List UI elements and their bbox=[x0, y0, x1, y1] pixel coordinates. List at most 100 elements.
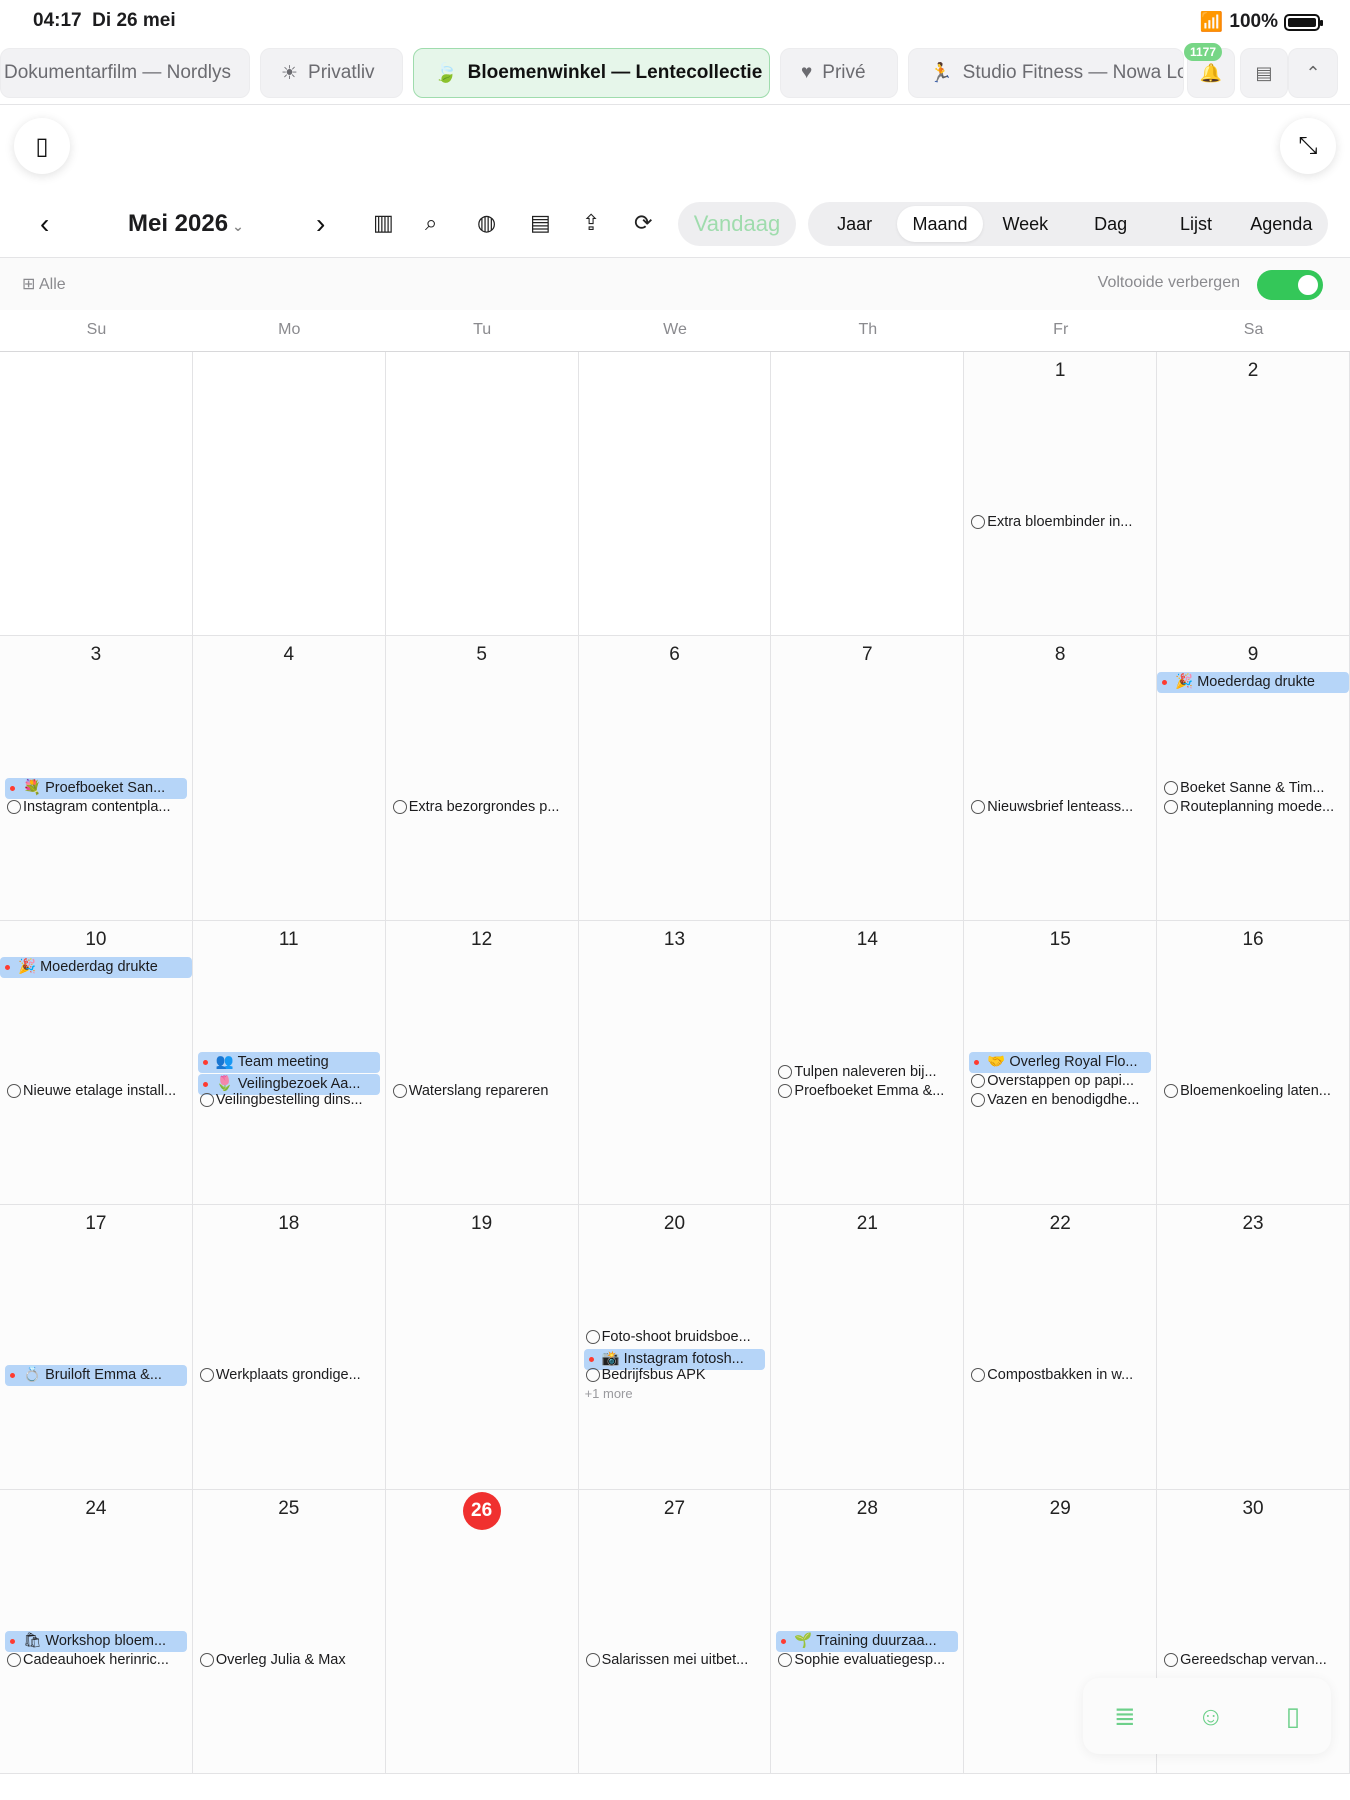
palette-icon[interactable]: ◍ bbox=[477, 210, 496, 236]
day-cell[interactable]: 26 bbox=[385, 1489, 579, 1774]
divider bbox=[0, 104, 1350, 105]
day-cell[interactable]: 5 Extra bezorgrondes p... bbox=[385, 636, 579, 921]
filter-bar: ⊞ Alle Voltooide verbergen bbox=[0, 258, 1350, 310]
task-item[interactable]: Tulpen naleveren bij... bbox=[776, 1062, 958, 1083]
day-cell[interactable]: 8 Nieuwsbrief lenteass... bbox=[964, 636, 1158, 921]
day-cell[interactable]: 27 Salarissen mei uitbet... bbox=[578, 1489, 772, 1774]
allday-event[interactable]: 🎉 Moederdag drukte bbox=[0, 956, 192, 978]
task-item[interactable]: Routeplanning moede... bbox=[1162, 797, 1344, 818]
day-cell[interactable]: 15 🤝 Overleg Royal Flo... Overstappen op p… bbox=[964, 920, 1158, 1206]
event-item[interactable]: 💍 Bruiloft Emma &... bbox=[5, 1365, 187, 1387]
sync-icon[interactable]: ⟳ bbox=[634, 210, 652, 236]
event-item[interactable]: 🌱 Training duurzaa... bbox=[776, 1630, 959, 1652]
day-cell[interactable]: 4 bbox=[192, 636, 386, 921]
event-item[interactable]: 👥 Team meeting bbox=[197, 1052, 380, 1074]
task-item[interactable]: Extra bloembinder in... bbox=[969, 512, 1151, 533]
month-picker[interactable]: Mei 2026 ⌄ bbox=[128, 210, 244, 238]
day-cell[interactable]: 25 Overleg Julia & Max bbox=[192, 1489, 386, 1774]
day-cell[interactable]: 23 bbox=[1157, 1205, 1350, 1490]
task-item[interactable]: Overleg Julia & Max bbox=[198, 1650, 380, 1671]
task-item[interactable]: Cadeauhoek herinric... bbox=[5, 1650, 187, 1671]
event-item[interactable]: 🛍 Workshop bloem... bbox=[5, 1630, 187, 1652]
task-item[interactable]: Salarissen mei uitbet... bbox=[584, 1650, 766, 1671]
day-cell[interactable]: 2 bbox=[1157, 352, 1350, 637]
day-cell[interactable]: 21 bbox=[771, 1205, 965, 1490]
task-item[interactable]: Waterslang repareren bbox=[391, 1081, 573, 1102]
day-cell[interactable]: 20 Foto-shoot bruidsboe... 📸 Instagram fot… bbox=[578, 1205, 772, 1490]
task-item[interactable]: Bloemenkoeling laten... bbox=[1162, 1081, 1344, 1102]
hide-completed-label: Voltooide verbergen bbox=[1097, 274, 1240, 291]
brain-icon[interactable]: ☺ bbox=[1197, 1701, 1224, 1732]
day-cell[interactable]: 12 Waterslang repareren bbox=[385, 920, 579, 1206]
task-item[interactable]: Werkplaats grondige... bbox=[198, 1365, 380, 1386]
task-item[interactable]: Boeket Sanne & Tim... bbox=[1162, 778, 1344, 799]
view-year[interactable]: Jaar bbox=[812, 206, 897, 242]
filter-all[interactable]: ⊞ Alle bbox=[22, 274, 66, 294]
event-item[interactable]: 🤝 Overleg Royal Flo... bbox=[969, 1052, 1152, 1074]
clipboard-icon[interactable]: ▯ bbox=[1286, 1701, 1300, 1732]
task-item[interactable]: Compostbakken in w... bbox=[969, 1365, 1151, 1386]
day-cell[interactable]: 28 🌱 Training duurzaa... Sophie evaluatieg… bbox=[771, 1489, 965, 1774]
day-cell[interactable]: 1 Extra bloembinder in... bbox=[964, 352, 1158, 637]
notes-icon[interactable]: ▤ bbox=[530, 210, 551, 236]
day-cell[interactable] bbox=[385, 352, 579, 637]
today-button[interactable]: Vandaag bbox=[678, 202, 796, 246]
task-item[interactable]: Gereedschap vervan... bbox=[1162, 1650, 1344, 1671]
more-link[interactable]: +1 more bbox=[585, 1386, 633, 1401]
tab-prive[interactable]: ♥ Privé bbox=[780, 48, 898, 98]
task-item[interactable]: Bedrijfsbus APK bbox=[584, 1365, 766, 1386]
day-cell[interactable] bbox=[771, 352, 965, 637]
day-cell[interactable]: 16 Bloemenkoeling laten... bbox=[1157, 920, 1350, 1206]
day-cell[interactable]: 13 bbox=[578, 920, 772, 1206]
task-item[interactable]: Extra bezorgrondes p... bbox=[391, 797, 573, 818]
day-cell[interactable]: 3 💐 Proefboeket San... Instagram contentpl… bbox=[0, 636, 193, 921]
day-cell[interactable]: 18 Werkplaats grondige... bbox=[192, 1205, 386, 1490]
prev-month-button[interactable]: ‹ bbox=[40, 208, 49, 240]
day-cell[interactable]: 14 Tulpen naleveren bij... Proefboeket Emm… bbox=[771, 920, 965, 1206]
day-cell[interactable]: 22 Compostbakken in w... bbox=[964, 1205, 1158, 1490]
task-item[interactable]: Nieuwsbrief lenteass... bbox=[969, 797, 1151, 818]
view-day[interactable]: Dag bbox=[1068, 206, 1153, 242]
share-icon[interactable]: ⇪ bbox=[582, 210, 600, 236]
task-item[interactable]: Sophie evaluatiegesp... bbox=[776, 1650, 958, 1671]
day-cell[interactable]: 17 💍 Bruiloft Emma &... bbox=[0, 1205, 193, 1490]
allday-event[interactable]: 🎉 Moederdag drukte bbox=[1157, 672, 1349, 694]
search-icon[interactable]: ⌕ bbox=[425, 210, 437, 236]
task-item[interactable]: Instagram contentpla... bbox=[5, 797, 187, 818]
tab-bloemenwinkel[interactable]: 🍃 Bloemenwinkel — Lentecollectie bbox=[413, 48, 770, 98]
tab-studio-fitness[interactable]: 🏃 Studio Fitness — Nowa Lok bbox=[908, 48, 1184, 98]
day-cell[interactable] bbox=[578, 352, 772, 637]
task-item[interactable]: Foto-shoot bruidsboe... bbox=[584, 1327, 766, 1348]
task-item[interactable]: Vazen en benodigdhe... bbox=[969, 1090, 1151, 1111]
day-number: 12 bbox=[471, 928, 493, 950]
event-item[interactable]: 💐 Proefboeket San... bbox=[5, 777, 187, 799]
notifications-button[interactable]: 🔔 1177 bbox=[1184, 43, 1235, 98]
view-week[interactable]: Week bbox=[983, 206, 1068, 242]
day-cell[interactable] bbox=[192, 352, 386, 637]
tab-dokumentarfilm[interactable]: Dokumentarfilm — Nordlys bbox=[0, 48, 250, 98]
day-cell[interactable]: 19 bbox=[385, 1205, 579, 1490]
next-month-button[interactable]: › bbox=[316, 208, 325, 240]
day-cell[interactable]: 9 🎉 Moederdag drukte Boeket Sanne & Tim...… bbox=[1157, 636, 1350, 921]
day-cell[interactable] bbox=[0, 352, 193, 637]
task-item[interactable]: Overstappen op papi... bbox=[969, 1071, 1151, 1092]
view-agenda[interactable]: Agenda bbox=[1239, 206, 1324, 242]
task-item[interactable]: Proefboeket Emma &... bbox=[776, 1081, 958, 1102]
day-cell[interactable]: 7 bbox=[771, 636, 965, 921]
task-item[interactable]: Nieuwe etalage install... bbox=[5, 1081, 187, 1102]
sidebar-toggle-button[interactable]: ▯ bbox=[14, 118, 70, 174]
task-item[interactable]: Veilingbestelling dins... bbox=[198, 1090, 380, 1111]
chart-icon[interactable]: ▥ bbox=[373, 210, 394, 236]
expand-button[interactable]: ⤡ bbox=[1280, 118, 1336, 174]
tab-privatliv[interactable]: ☀ Privatliv bbox=[260, 48, 403, 98]
view-list[interactable]: Lijst bbox=[1153, 206, 1238, 242]
day-cell[interactable]: 6 bbox=[578, 636, 772, 921]
collapse-tabs-button[interactable]: ⌃ bbox=[1288, 48, 1338, 98]
day-cell[interactable]: 10 🎉 Moederdag drukte Nieuwe etalage insta… bbox=[0, 920, 193, 1206]
add-task-icon[interactable]: ≣ bbox=[1114, 1701, 1136, 1732]
day-cell[interactable]: 11 👥 Team meeting 🌷 Veilingbezoek Aa... Vei… bbox=[192, 920, 386, 1206]
reader-button[interactable]: ▤ bbox=[1240, 48, 1288, 98]
hide-completed-toggle[interactable] bbox=[1257, 270, 1323, 300]
view-month[interactable]: Maand bbox=[897, 206, 983, 242]
day-cell[interactable]: 24 🛍 Workshop bloem... Cadeauhoek herinric… bbox=[0, 1489, 193, 1774]
